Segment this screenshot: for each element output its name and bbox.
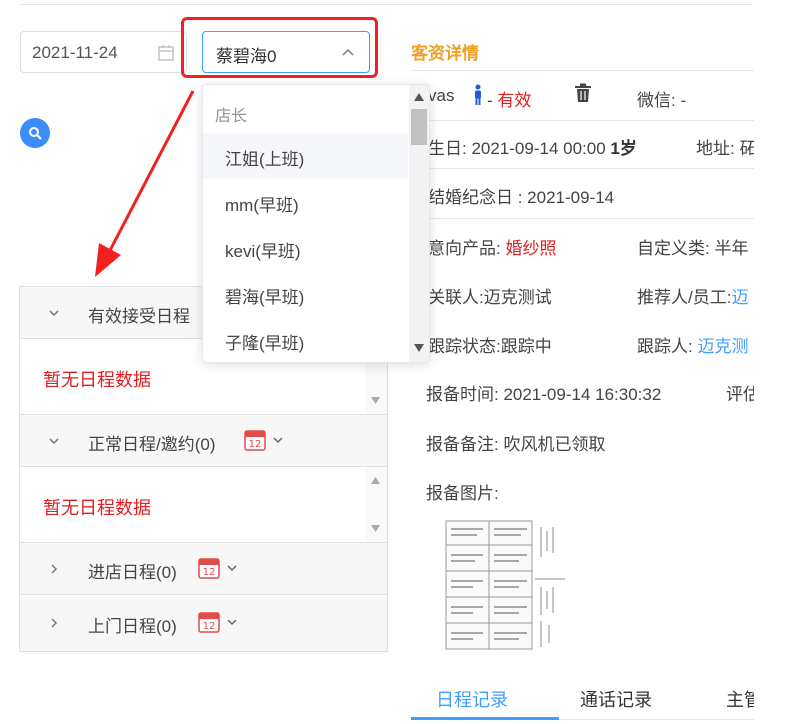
svg-text:12: 12 bbox=[203, 567, 216, 578]
referrer-row: 推荐人/员工:迈 bbox=[637, 283, 748, 308]
divider bbox=[411, 120, 754, 121]
svg-text:12: 12 bbox=[203, 621, 216, 632]
scroll-down-icon[interactable] bbox=[414, 344, 424, 352]
chevron-down-icon[interactable] bbox=[226, 563, 238, 573]
chevron-down-icon[interactable] bbox=[272, 435, 284, 445]
report-note: 报备备注: 吹风机已领取 bbox=[426, 435, 606, 454]
svg-text:12: 12 bbox=[249, 439, 262, 450]
section-title: 正常日程/邀约(0) bbox=[88, 435, 216, 454]
section-title: 有效接受日程 bbox=[88, 307, 190, 326]
option-label: 江姐(上班) bbox=[225, 150, 305, 169]
section-header-store[interactable]: 进店日程(0) 12 bbox=[20, 543, 387, 595]
search-icon bbox=[29, 127, 42, 140]
date-value: 2021-11-24 bbox=[32, 43, 118, 62]
dropdown-option[interactable]: 碧海(早班) bbox=[203, 271, 408, 317]
scroll-down-icon[interactable] bbox=[371, 397, 380, 404]
right-edge-mask bbox=[754, 0, 801, 724]
section-header-visit[interactable]: 上门日程(0) 12 bbox=[20, 597, 387, 651]
status-badge: 有效 bbox=[497, 91, 532, 110]
wechat: 微信: - bbox=[637, 91, 687, 110]
intent-label: 意向产品: bbox=[428, 239, 506, 258]
dropdown-option[interactable]: 子隆(早班) bbox=[203, 317, 408, 362]
search-button[interactable] bbox=[20, 118, 50, 148]
option-label: mm(早班) bbox=[225, 196, 299, 215]
divider bbox=[411, 218, 754, 219]
birthday-row: 生日: 2021-09-14 00:00 1岁 bbox=[428, 134, 637, 159]
customer-name: vas bbox=[428, 86, 455, 105]
empty-text: 暂无日程数据 bbox=[43, 370, 151, 390]
tracker-row: 跟踪人: 迈克测 bbox=[637, 332, 748, 357]
scroll-up-icon[interactable] bbox=[371, 477, 380, 484]
chevron-down-icon bbox=[49, 310, 59, 317]
status-row: - 有效 bbox=[487, 86, 531, 111]
referrer-link[interactable]: 迈 bbox=[731, 288, 748, 307]
chevron-down-icon bbox=[49, 438, 59, 445]
scroll-down-icon[interactable] bbox=[371, 525, 380, 532]
detail-title: 客资详情 bbox=[411, 44, 479, 63]
active-tab-indicator bbox=[411, 717, 559, 720]
customer-name-row: vas bbox=[428, 86, 454, 106]
tracker-label: 跟踪人: bbox=[637, 337, 698, 356]
trash-icon[interactable] bbox=[574, 83, 592, 103]
intent-value: 婚纱照 bbox=[505, 239, 557, 258]
tab-calls[interactable]: 通话记录 bbox=[580, 686, 652, 712]
intent-row: 意向产品: 婚纱照 bbox=[428, 234, 556, 259]
male-icon bbox=[475, 84, 481, 105]
tracker-link[interactable]: 迈克测 bbox=[697, 337, 748, 356]
report-image-label: 报备图片: bbox=[426, 484, 499, 503]
option-label: 子隆(早班) bbox=[225, 334, 305, 353]
dropdown-group-title: 店长 bbox=[215, 108, 248, 125]
custom-category: 自定义类: 半年 bbox=[637, 239, 749, 258]
address: 地址: 砳 bbox=[696, 139, 757, 158]
report-time: 报备时间: 2021-09-14 16:30:32 bbox=[426, 385, 662, 404]
chevron-right-icon bbox=[51, 564, 58, 574]
section-body-normal: 暂无日程数据 bbox=[20, 467, 387, 543]
chevron-right-icon bbox=[51, 618, 58, 628]
option-label: kevi(早班) bbox=[225, 242, 301, 261]
annotation-highlight-box bbox=[181, 17, 378, 78]
tracking-status: 跟踪状态:跟踪中 bbox=[428, 337, 552, 356]
birthday: 生日: 2021-09-14 00:00 bbox=[428, 139, 611, 158]
tab-schedule[interactable]: 日程记录 bbox=[436, 686, 508, 712]
related-person: 关联人:迈克测试 bbox=[428, 288, 552, 307]
section-title: 上门日程(0) bbox=[88, 617, 177, 636]
status-separator: - bbox=[487, 91, 498, 110]
referrer-label: 推荐人/员工: bbox=[637, 288, 732, 307]
chevron-down-icon[interactable] bbox=[226, 617, 238, 627]
top-divider bbox=[20, 4, 753, 5]
section-header-normal[interactable]: 正常日程/邀约(0) 12 bbox=[20, 415, 387, 467]
calendar-icon bbox=[158, 45, 174, 61]
dropdown-scrollbar[interactable] bbox=[409, 85, 429, 362]
scroll-up-icon[interactable] bbox=[414, 93, 424, 101]
calendar-badge-icon[interactable]: 12 bbox=[198, 557, 220, 579]
date-picker[interactable]: 2021-11-24 bbox=[20, 31, 187, 73]
annotation-arrow bbox=[95, 90, 195, 277]
dropdown-option[interactable]: kevi(早班) bbox=[203, 225, 408, 271]
scrollbar[interactable] bbox=[365, 467, 387, 542]
dropdown-option[interactable]: mm(早班) bbox=[203, 179, 408, 225]
report-image[interactable] bbox=[443, 517, 568, 653]
staff-dropdown[interactable]: 店长 江姐(上班) mm(早班) kevi(早班) 碧海(早班) 子隆(早班) bbox=[202, 84, 430, 363]
divider bbox=[411, 70, 754, 71]
calendar-badge-icon[interactable]: 12 bbox=[198, 611, 220, 633]
scrollbar-thumb[interactable] bbox=[411, 109, 427, 145]
calendar-badge-icon[interactable]: 12 bbox=[244, 429, 266, 451]
anniversary: 结婚纪念日 : 2021-09-14 bbox=[428, 188, 615, 207]
dropdown-option[interactable]: 江姐(上班) bbox=[203, 133, 408, 179]
option-label: 碧海(早班) bbox=[225, 288, 305, 307]
age: 1岁 bbox=[610, 139, 637, 158]
section-title: 进店日程(0) bbox=[88, 563, 177, 582]
divider bbox=[411, 168, 754, 169]
empty-text: 暂无日程数据 bbox=[43, 498, 151, 518]
